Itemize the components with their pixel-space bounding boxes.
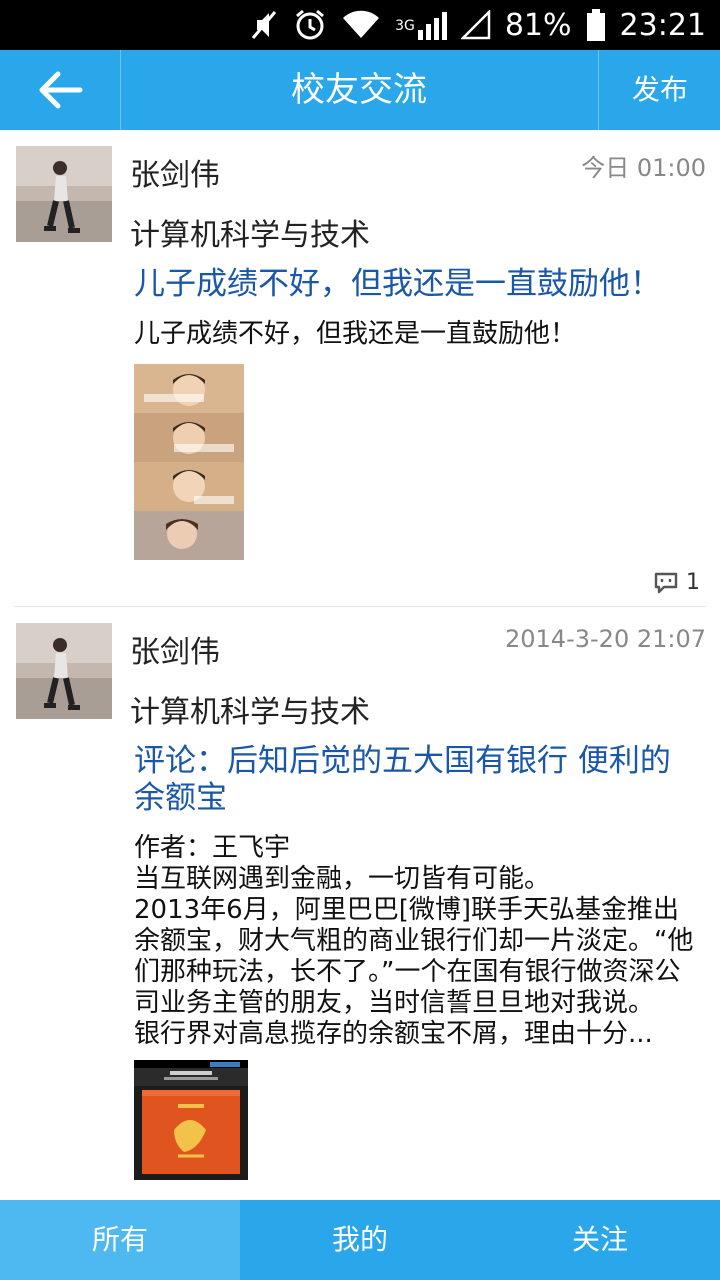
comment-count[interactable]: 1 — [654, 570, 700, 595]
avatar[interactable] — [16, 146, 112, 242]
publish-button[interactable]: 发布 — [600, 50, 720, 130]
tab-mine[interactable]: 我的 — [240, 1200, 480, 1280]
wifi-icon — [341, 10, 381, 40]
post-title[interactable]: 评论：后知后觉的五大国有银行 便利的余额宝 — [134, 743, 700, 817]
status-bar: 3G 81% 23:21 — [0, 0, 720, 50]
post-image[interactable] — [134, 1060, 248, 1180]
post-image[interactable] — [134, 364, 244, 560]
network-label: 3G — [395, 18, 415, 34]
author-name: 张剑伟 — [130, 635, 220, 670]
post-body: 儿子成绩不好，但我还是一直鼓励他！ — [134, 319, 577, 349]
cell-signal-icon — [460, 10, 491, 40]
author-major: 计算机科学与技术 — [130, 218, 370, 253]
signal-icon: 3G — [395, 10, 447, 40]
back-arrow-icon — [39, 71, 83, 109]
bottom-tab-bar: 所有 我的 关注 — [0, 1200, 720, 1280]
battery-percent: 81% — [504, 7, 572, 43]
avatar[interactable] — [16, 623, 112, 719]
page-title: 校友交流 — [291, 70, 427, 110]
comment-icon — [654, 572, 678, 593]
author-major: 计算机科学与技术 — [130, 695, 370, 730]
post-body-line: 2013年6月，阿里巴巴[微博]联手天弘基金推出余额宝，财大气粗的商业银行们却一… — [134, 895, 694, 1018]
app-header: 校友交流 发布 — [0, 50, 720, 130]
clock: 23:21 — [619, 7, 706, 43]
post-body: 作者：王飞宇 当互联网遇到金融，一切皆有可能。 2013年6月，阿里巴巴[微博]… — [134, 833, 700, 1050]
header-divider — [598, 50, 599, 130]
post-title[interactable]: 儿子成绩不好，但我还是一直鼓励他！ — [134, 266, 700, 303]
post-body-line: 当互联网遇到金融，一切皆有可能。 — [134, 864, 551, 894]
tab-all[interactable]: 所有 — [0, 1200, 240, 1280]
post-item[interactable]: 张剑伟 今日 01:00 计算机科学与技术 儿子成绩不好，但我还是一直鼓励他！ … — [14, 130, 706, 607]
comment-count-label: 1 — [686, 570, 700, 595]
author-name: 张剑伟 — [130, 158, 220, 193]
mute-icon — [249, 8, 279, 42]
post-item[interactable]: 张剑伟 2014-3-20 21:07 计算机科学与技术 评论：后知后觉的五大国… — [14, 607, 706, 1200]
back-button[interactable] — [0, 50, 120, 130]
post-body-line: 银行界对高息揽存的余额宝不屑，理由十分... — [134, 1019, 653, 1049]
post-time: 2014-3-20 21:07 — [505, 625, 706, 653]
post-time: 今日 01:00 — [581, 154, 706, 182]
post-body-line: 作者：王飞宇 — [134, 833, 291, 863]
post-feed[interactable]: 张剑伟 今日 01:00 计算机科学与技术 儿子成绩不好，但我还是一直鼓励他！ … — [0, 130, 720, 1200]
tab-following[interactable]: 关注 — [480, 1200, 720, 1280]
alarm-icon — [293, 8, 327, 42]
battery-icon — [586, 8, 606, 42]
